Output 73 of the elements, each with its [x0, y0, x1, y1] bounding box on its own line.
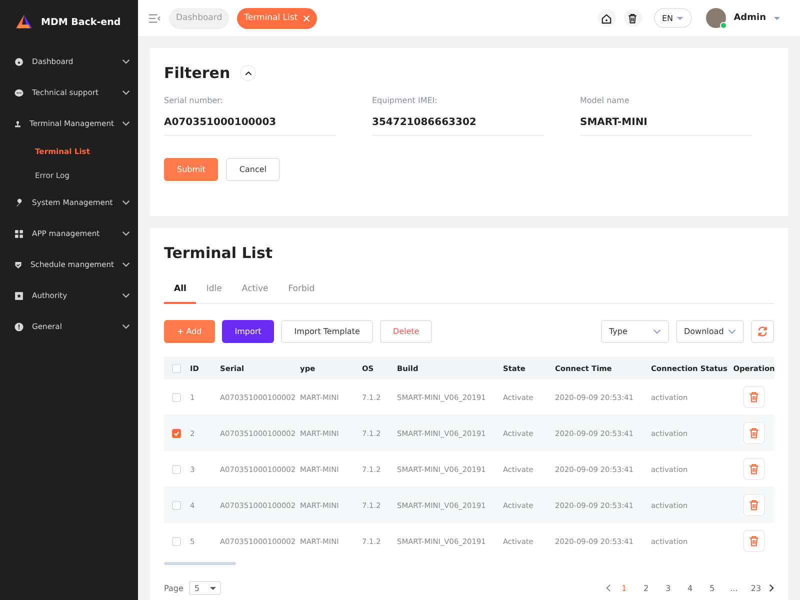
home-button[interactable] [598, 9, 616, 27]
close-icon[interactable] [302, 14, 310, 22]
template-button[interactable]: Import Template [281, 320, 373, 343]
list-title: Terminal List [164, 244, 274, 262]
scrollbar[interactable] [164, 562, 236, 565]
star-icon [14, 290, 24, 300]
chevron-down-icon [122, 121, 130, 126]
field-label: Model name [580, 96, 630, 105]
trash-icon [748, 427, 760, 439]
refresh-button[interactable] [751, 320, 774, 343]
home-icon [601, 12, 612, 24]
dropdown[interactable]: Download [676, 320, 744, 343]
refresh-icon [757, 326, 768, 337]
input-field[interactable]: 354721086663302 [372, 117, 544, 128]
filter-tab[interactable]: Forbid [278, 276, 325, 304]
trash-button[interactable] [624, 9, 642, 27]
page-button[interactable]: 5 [703, 584, 721, 592]
check-icon [173, 430, 180, 436]
chevron-down-icon [122, 200, 130, 205]
filter-tab[interactable]: Active [232, 276, 278, 304]
grid-icon [14, 228, 24, 238]
page-size-select[interactable]: 5 [189, 581, 222, 595]
trash-icon [748, 391, 760, 403]
collapse-button[interactable] [240, 65, 256, 81]
chevron-down-icon [122, 262, 130, 267]
page-size-label: Page [164, 584, 184, 592]
trash-icon [748, 463, 760, 475]
language-select[interactable]: EN [654, 8, 692, 28]
delete-button[interactable] [743, 386, 765, 408]
logo-icon [15, 14, 33, 30]
checkbox[interactable] [172, 428, 181, 438]
chevron-down-icon [122, 231, 130, 236]
input-field[interactable]: A070351000100003 [164, 117, 336, 128]
chevron-down-icon [122, 59, 130, 64]
chevron-down-icon [122, 293, 130, 298]
page-button[interactable]: 3 [659, 584, 677, 592]
import-button[interactable]: Import [222, 320, 274, 343]
person-icon [14, 118, 22, 128]
page-button[interactable]: 23 [747, 584, 765, 592]
chevron-down-icon [728, 329, 736, 334]
shield-check-icon [14, 260, 22, 270]
cancel-button[interactable]: Cancel [226, 158, 280, 181]
delete-button[interactable] [743, 458, 765, 480]
trash-icon [748, 499, 760, 511]
wrench-icon [14, 198, 24, 208]
filter-tab[interactable]: Idle [196, 276, 232, 304]
chevron-icon [244, 70, 252, 76]
chevron-down-icon [122, 90, 130, 95]
chevron-down-icon [653, 329, 661, 334]
avatar[interactable] [706, 8, 726, 28]
chevron-right-icon[interactable] [769, 584, 774, 592]
page-button[interactable]: 4 [681, 584, 699, 592]
exclamation-icon [14, 322, 24, 332]
chevron-left-icon[interactable] [606, 584, 611, 592]
dropdown[interactable]: Type [601, 320, 669, 343]
app-title: MDM Back-end [41, 16, 121, 28]
menu-icon[interactable] [148, 12, 161, 24]
page-button[interactable]: 2 [637, 584, 655, 592]
field-label: Equipment IMEI: [372, 96, 438, 105]
chevron-down-icon [122, 324, 130, 329]
page-button[interactable]: ... [725, 584, 743, 592]
delete-button[interactable] [743, 422, 765, 444]
delete-button[interactable] [743, 530, 765, 552]
gauge-icon [14, 56, 24, 66]
trash-icon [748, 535, 760, 547]
trash-icon [627, 12, 638, 24]
chat-bubble-icon [14, 88, 24, 98]
field-label: Serial number: [164, 96, 224, 105]
delete-button[interactable] [743, 494, 765, 516]
user-menu[interactable]: Admin [734, 13, 790, 23]
input-field[interactable]: SMART-MINI [580, 117, 752, 128]
filter-title: Filteren [164, 64, 230, 82]
filter-tab[interactable]: All [164, 276, 196, 304]
